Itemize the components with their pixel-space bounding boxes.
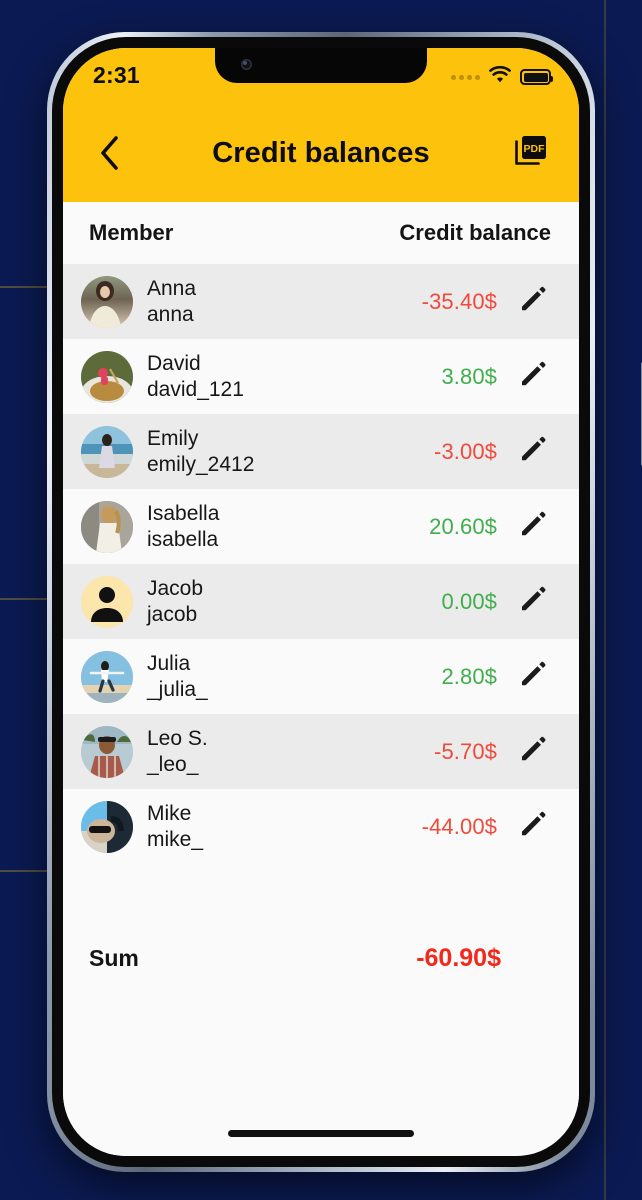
avatar — [81, 650, 133, 703]
member-name: Leo S. — [147, 726, 208, 750]
member-name: Isabella — [147, 501, 220, 525]
table-row[interactable]: Jacob jacob 0.00$ — [63, 564, 579, 639]
member-handle: isabella — [147, 527, 219, 551]
page-title: Credit balances — [212, 136, 430, 169]
table-row[interactable]: Emily emily_2412 -3.00$ — [63, 414, 579, 489]
table-row[interactable]: Anna anna -35.40$ — [63, 264, 579, 339]
pencil-icon — [518, 659, 548, 694]
balances-list: Member Credit balance Anna anna -35.40$ Dav… — [63, 202, 579, 1156]
member-name: Mike — [147, 801, 192, 825]
pdf-export-icon: PDF — [513, 133, 549, 174]
table-body: Anna anna -35.40$ David david_121 3.80$ Emily e… — [63, 264, 579, 864]
member-names: Leo S. _leo_ — [147, 726, 208, 777]
front-camera-icon — [241, 59, 252, 70]
avatar — [81, 575, 133, 628]
member-name: Emily — [147, 426, 199, 450]
display-notch — [215, 48, 427, 83]
avatar — [81, 500, 133, 553]
member-names: Isabella isabella — [147, 501, 219, 552]
credit-balance-value: 2.80$ — [441, 663, 497, 689]
svg-text:PDF: PDF — [524, 143, 546, 155]
phone-device: 2:31 Credit balances PDF Member Credit b… — [47, 32, 642, 1172]
member-names: Mike mike_ — [147, 801, 203, 852]
edit-balance-button[interactable] — [511, 659, 555, 694]
pencil-icon — [518, 284, 548, 319]
phone-bezel: 2:31 Credit balances PDF Member Credit b… — [52, 37, 590, 1167]
table-row[interactable]: David david_121 3.80$ — [63, 339, 579, 414]
member-name: David — [147, 351, 201, 375]
member-names: Jacob jacob — [147, 576, 203, 627]
member-names: David david_121 — [147, 351, 244, 402]
phone-screen: 2:31 Credit balances PDF Member Credit b… — [63, 48, 579, 1156]
member-handle: emily_2412 — [147, 452, 255, 476]
home-indicator[interactable] — [228, 1130, 414, 1137]
column-header-member: Member — [89, 220, 174, 245]
member-handle: _leo_ — [147, 752, 199, 776]
back-button[interactable] — [89, 133, 129, 173]
member-name: Anna — [147, 276, 197, 300]
credit-balance-value: -44.00$ — [421, 813, 497, 839]
avatar — [81, 425, 133, 478]
pencil-icon — [518, 434, 548, 469]
credit-balance-value: 20.60$ — [429, 513, 497, 539]
member-names: Emily emily_2412 — [147, 426, 254, 477]
table-row[interactable]: Mike mike_ -44.00$ — [63, 789, 579, 864]
credit-balance-value: 0.00$ — [441, 588, 497, 614]
sum-value: -60.90$ — [416, 943, 501, 972]
status-clock: 2:31 — [93, 62, 140, 88]
chevron-left-icon — [99, 136, 119, 170]
signal-dots-icon — [451, 74, 480, 80]
sum-row: Sum -60.90$ — [63, 926, 579, 990]
column-header-balance: Credit balance — [399, 220, 551, 245]
pencil-icon — [518, 584, 548, 619]
credit-balance-value: -35.40$ — [421, 288, 497, 314]
avatar — [81, 350, 133, 403]
status-indicators — [451, 64, 553, 88]
member-name: Jacob — [147, 576, 204, 600]
edit-balance-button[interactable] — [511, 359, 555, 394]
edit-balance-button[interactable] — [511, 584, 555, 619]
edit-balance-button[interactable] — [511, 284, 555, 319]
avatar — [81, 275, 133, 328]
member-handle: _julia_ — [147, 677, 208, 701]
table-header: Member Credit balance — [63, 202, 579, 264]
pencil-icon — [518, 809, 548, 844]
pencil-icon — [518, 359, 548, 394]
credit-balance-value: -3.00$ — [434, 438, 497, 464]
edit-balance-button[interactable] — [511, 734, 555, 769]
backdrop-line — [604, 0, 606, 1200]
avatar — [81, 800, 133, 853]
member-handle: david_121 — [147, 377, 244, 401]
status-bar: 2:31 — [63, 48, 579, 110]
member-handle: anna — [147, 302, 194, 326]
edit-balance-button[interactable] — [511, 434, 555, 469]
wifi-icon — [489, 65, 511, 88]
app-header: Credit balances PDF — [63, 110, 579, 202]
sum-label: Sum — [89, 944, 139, 971]
member-handle: mike_ — [147, 827, 204, 851]
avatar — [81, 725, 133, 778]
member-name: Julia — [147, 651, 191, 675]
credit-balance-value: -5.70$ — [434, 738, 497, 764]
credit-balance-value: 3.80$ — [441, 363, 497, 389]
edit-balance-button[interactable] — [511, 509, 555, 544]
member-names: Julia _julia_ — [147, 651, 208, 702]
table-row[interactable]: Isabella isabella 20.60$ — [63, 489, 579, 564]
table-row[interactable]: Leo S. _leo_ -5.70$ — [63, 714, 579, 789]
pencil-icon — [518, 734, 548, 769]
pencil-icon — [518, 509, 548, 544]
export-pdf-button[interactable]: PDF — [509, 131, 553, 175]
table-row[interactable]: Julia _julia_ 2.80$ — [63, 639, 579, 714]
member-names: Anna anna — [147, 276, 196, 327]
member-handle: jacob — [147, 602, 198, 626]
edit-balance-button[interactable] — [511, 809, 555, 844]
battery-full-icon — [520, 69, 553, 85]
